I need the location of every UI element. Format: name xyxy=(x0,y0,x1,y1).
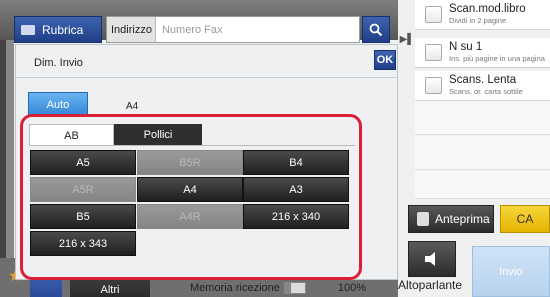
tab-ab[interactable]: AB xyxy=(29,124,114,146)
size-button-b5[interactable]: B5 xyxy=(30,204,136,229)
n-up-checkbox[interactable] xyxy=(425,44,442,61)
slow-scan-title: Scans. Lenta xyxy=(449,74,517,86)
fax-number-placeholder[interactable]: Numero Fax xyxy=(156,24,223,36)
address-book-button[interactable]: Rubrica xyxy=(14,16,102,43)
memory-percent: 100% xyxy=(337,281,367,294)
preview-button[interactable]: Anteprima xyxy=(408,205,494,233)
panel-collapse-icon[interactable]: ▶▌ xyxy=(400,24,415,54)
size-button-a5[interactable]: A5 xyxy=(30,150,136,175)
slow-scan-checkbox[interactable] xyxy=(425,77,442,94)
size-tabs: AB Pollici xyxy=(29,124,202,146)
tab-divider xyxy=(29,145,355,146)
address-book-icon xyxy=(21,24,35,35)
book-scan-checkbox[interactable] xyxy=(425,6,442,23)
option-n-up[interactable]: N su 1 Ins. più pagine in una pagina xyxy=(415,38,550,68)
memory-bar-icon xyxy=(283,281,306,294)
option-book-scan[interactable]: Scan.mod.libro Dividi in 2 pagine xyxy=(415,0,550,30)
search-button[interactable] xyxy=(362,16,390,43)
size-button-216x340[interactable]: 216 x 340 xyxy=(243,204,349,229)
book-scan-subtitle: Dividi in 2 pagine xyxy=(449,16,507,25)
n-up-subtitle: Ins. più pagine in una pagina xyxy=(449,54,545,63)
clear-all-button[interactable]: CA xyxy=(500,205,550,233)
ok-button[interactable]: OK xyxy=(374,50,396,70)
option-empty-row xyxy=(415,136,550,170)
memory-status: Memoria ricezione 100% xyxy=(190,278,390,297)
book-scan-title: Scan.mod.libro xyxy=(449,3,526,15)
size-button-a3[interactable]: A3 xyxy=(243,177,349,202)
size-button-a4[interactable]: A4 xyxy=(137,177,243,202)
memory-label: Memoria ricezione xyxy=(190,281,280,294)
size-button-b5r: B5R xyxy=(137,150,243,175)
option-slow-scan[interactable]: Scans. Lenta Scans. or. carta sottile xyxy=(415,71,550,101)
slow-scan-subtitle: Scans. or. carta sottile xyxy=(449,87,523,96)
preview-icon xyxy=(417,212,429,226)
preview-label: Anteprima xyxy=(435,212,490,226)
option-empty-row xyxy=(415,171,550,199)
speaker-label: Altoparlante xyxy=(398,278,463,292)
speaker-button[interactable] xyxy=(408,241,456,277)
option-empty-row xyxy=(415,101,550,135)
background-panel-edge xyxy=(0,40,14,258)
tab-inches[interactable]: Pollici xyxy=(114,124,202,146)
size-button-a5r: A5R xyxy=(30,177,136,202)
size-button-a4r: A4R xyxy=(137,204,243,229)
dialog-divider xyxy=(16,77,397,78)
size-button-216x343[interactable]: 216 x 343 xyxy=(30,231,136,256)
fax-address-field[interactable]: Indirizzo Numero Fax xyxy=(106,16,360,43)
auto-size-value: A4 xyxy=(126,101,139,112)
size-button-b4[interactable]: B4 xyxy=(243,150,349,175)
address-label: Indirizzo xyxy=(107,17,156,42)
address-book-label: Rubrica xyxy=(42,22,84,37)
speaker-icon xyxy=(425,252,435,266)
dialog-title: Dim. Invio xyxy=(34,57,83,69)
send-button[interactable]: Invio xyxy=(472,246,550,297)
search-icon xyxy=(369,23,383,36)
n-up-title: N su 1 xyxy=(449,41,483,53)
